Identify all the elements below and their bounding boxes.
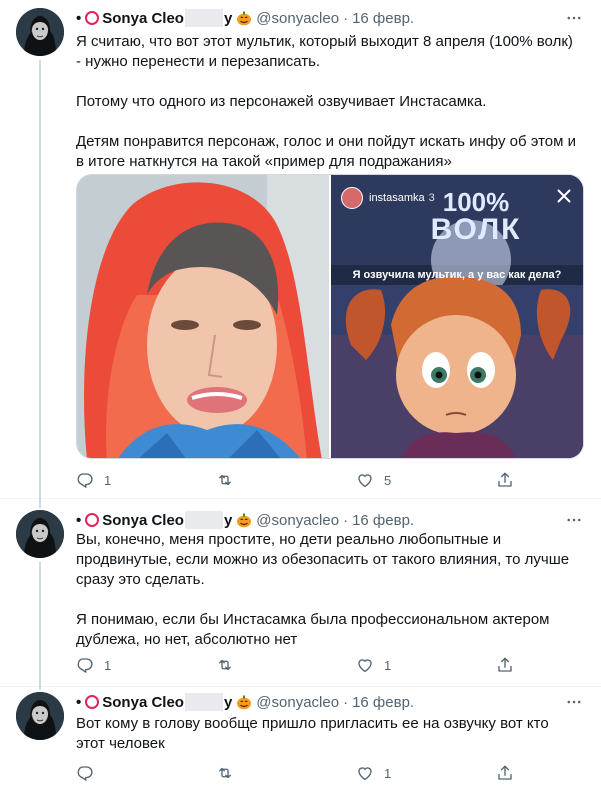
more-options-icon[interactable] [565,693,583,711]
like-count: 1 [384,657,392,673]
name-text-2: y [223,9,233,27]
retweet-icon [216,764,234,782]
handle[interactable]: @sonyacleo [256,10,339,27]
paragraph: Я считаю, что вот этот мультик, который … [76,33,573,70]
redacted-block [184,9,223,27]
like-button[interactable]: 1 [356,656,446,674]
retweet-button[interactable] [216,764,306,782]
name-text-1: Sonya Cleo [102,9,184,27]
reply-button[interactable] [76,764,166,782]
name-text-1: Sonya Cleo [102,511,184,529]
avatar[interactable] [16,8,64,56]
redacted-block [184,693,223,711]
share-button[interactable] [496,764,516,782]
reply-icon [76,471,94,489]
timestamp[interactable]: 16 февр. [352,10,414,27]
dot-separator: · [343,511,349,529]
photo-right-story[interactable]: instasamka 3 100% ВОЛК Я озвучила мульти… [331,175,583,458]
reply-button[interactable]: 1 [76,656,166,674]
redacted-block [184,511,223,529]
thread-line [39,686,41,690]
name-text-1: Sonya Cleo [102,693,184,711]
handle[interactable]: @sonyacleo [256,694,339,711]
tweet[interactable]: • Sonya Cleo y @sonyacleo · 16 февр. Я с… [0,0,601,498]
heart-icon [356,656,374,674]
tweet-header: • Sonya Cleo y @sonyacleo · 16 февр. [76,692,414,712]
share-icon [496,764,514,782]
action-bar: 1 5 [76,470,516,490]
name-text-2: y [223,693,233,711]
logo-line-1: 100% [442,187,510,217]
movie-logo: 100% ВОЛК [401,189,551,249]
thread-line [39,60,41,498]
dot-separator: · [343,9,349,27]
tweet-text: Я считаю, что вот этот мультик, который … [76,32,581,172]
share-icon [496,471,514,489]
dot-separator: · [343,693,349,711]
red-circle-icon [85,695,100,709]
photo-left[interactable] [77,175,329,458]
paragraph: Потому что одного из персонажей озвучива… [76,93,487,110]
tweet[interactable]: • Sonya Cleo y @sonyacleo · 16 февр. Вы,… [0,498,601,686]
paragraph: Вот кому в голову вообще пришло пригласи… [76,715,549,752]
avatar[interactable] [16,510,64,558]
reply-icon [76,764,94,782]
retweet-button[interactable] [216,656,306,674]
paragraph: Я понимаю, если бы Инстасамка была профе… [76,611,550,648]
avatar[interactable] [16,692,64,740]
pumpkin-icon [236,512,252,528]
more-options-icon[interactable] [565,9,583,27]
paragraph: Вы, конечно, меня простите, но дети реал… [76,531,570,588]
timestamp[interactable]: 16 февр. [352,694,414,711]
story-caption: Я озвучила мультик, а у вас как дела? [352,269,562,281]
media-grid[interactable]: instasamka 3 100% ВОЛК Я озвучила мульти… [76,174,584,459]
girl-photo [77,175,329,458]
share-icon [496,656,514,674]
timestamp[interactable]: 16 февр. [352,512,414,529]
heart-icon [356,764,374,782]
tweet-header: • Sonya Cleo y @sonyacleo · 16 февр. [76,510,414,530]
more-options-icon[interactable] [565,511,583,529]
display-name[interactable]: • Sonya Cleo y [76,693,252,711]
retweet-icon [216,471,234,489]
action-bar: 1 1 [76,655,516,675]
share-button[interactable] [496,656,516,674]
paragraph: Детям понравится персонаж, голос и они п… [76,133,576,170]
display-name[interactable]: • Sonya Cleo y [76,511,252,529]
heart-icon [356,471,374,489]
like-count: 5 [384,472,392,488]
reply-count: 1 [104,657,112,673]
share-button[interactable] [496,471,516,489]
story-avatar [341,187,363,209]
reply-icon [76,656,94,674]
handle[interactable]: @sonyacleo [256,512,339,529]
name-text-2: y [223,511,233,529]
logo-line-2: ВОЛК [430,213,522,246]
red-circle-icon [85,513,100,527]
like-count: 1 [384,765,392,781]
display-name[interactable]: • Sonya Cleo y [76,9,252,27]
tweet[interactable]: • Sonya Cleo y @sonyacleo · 16 февр. Вот… [0,686,601,793]
retweet-button[interactable] [216,471,306,489]
tweet-header: • Sonya Cleo y @sonyacleo · 16 февр. [76,8,414,28]
thread-line [39,562,41,686]
like-button[interactable]: 5 [356,471,446,489]
thread-line [39,498,41,508]
name-prefix: • [76,693,82,711]
pumpkin-icon [236,694,252,710]
reply-count: 1 [104,472,112,488]
action-bar: 1 [76,763,516,783]
red-circle-icon [85,11,100,25]
tweet-text: Вы, конечно, меня простите, но дети реал… [76,530,581,650]
retweet-icon [216,656,234,674]
name-prefix: • [76,9,82,27]
name-prefix: • [76,511,82,529]
pumpkin-icon [236,10,252,26]
close-icon[interactable] [555,187,573,205]
reply-button[interactable]: 1 [76,471,166,489]
like-button[interactable]: 1 [356,764,446,782]
tweet-text: Вот кому в голову вообще пришло пригласи… [76,714,581,754]
